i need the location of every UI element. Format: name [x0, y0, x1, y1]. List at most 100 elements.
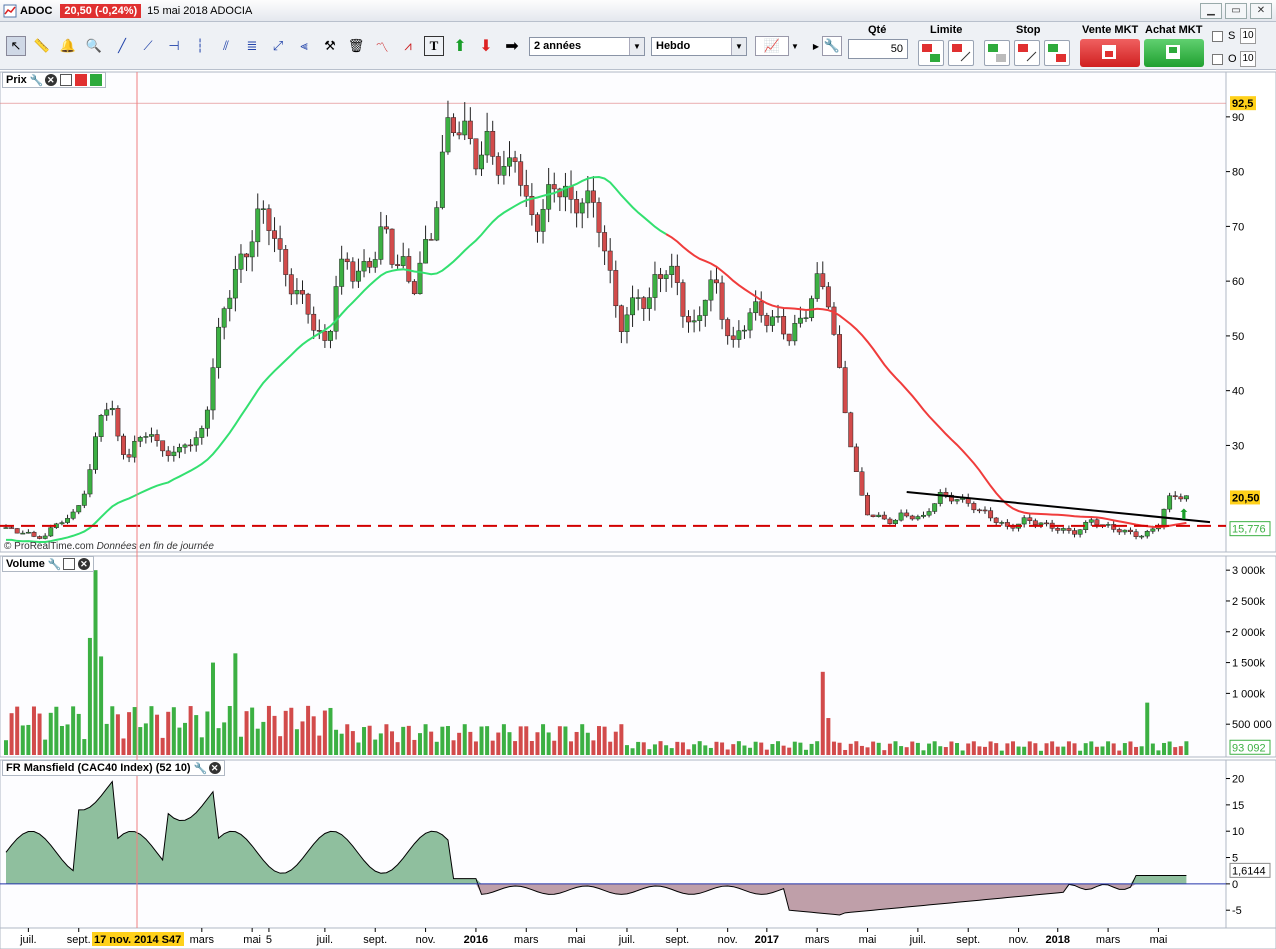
candle[interactable]: [490, 130, 496, 157]
volume-bar[interactable]: [177, 727, 182, 755]
candle[interactable]: [1128, 529, 1133, 532]
candle[interactable]: [423, 239, 429, 264]
candle[interactable]: [98, 415, 104, 437]
volume-bar[interactable]: [76, 713, 81, 755]
candle[interactable]: [680, 282, 686, 317]
candle[interactable]: [339, 258, 345, 287]
close-button[interactable]: ✕: [1250, 3, 1272, 19]
volume-bar[interactable]: [1117, 750, 1122, 755]
candle[interactable]: [160, 440, 166, 452]
volume-bar[interactable]: [736, 741, 741, 755]
candle[interactable]: [1088, 519, 1094, 523]
volume-bar[interactable]: [697, 741, 702, 755]
candle[interactable]: [266, 208, 272, 231]
candle[interactable]: [618, 305, 624, 332]
candle[interactable]: [993, 517, 999, 523]
candle[interactable]: [93, 436, 98, 470]
candle[interactable]: [881, 514, 887, 520]
volume-bar[interactable]: [893, 741, 898, 755]
volume-bar[interactable]: [915, 742, 920, 755]
volume-bar[interactable]: [244, 711, 249, 755]
volume-bar[interactable]: [110, 706, 115, 755]
volume-bar[interactable]: [272, 715, 277, 755]
trend-line-icon[interactable]: ⟋: [138, 36, 158, 56]
candle[interactable]: [238, 253, 244, 270]
qty-input[interactable]: 50: [848, 39, 908, 59]
volume-bar[interactable]: [395, 742, 400, 755]
volume-bar[interactable]: [401, 726, 406, 755]
volume-bar[interactable]: [138, 727, 143, 755]
candle[interactable]: [48, 527, 54, 537]
window-icon[interactable]: [59, 74, 72, 86]
sell-arrow-icon[interactable]: ⬇: [476, 36, 496, 56]
zigzag-icon[interactable]: 〽: [372, 36, 392, 56]
volume-bar[interactable]: [188, 706, 193, 755]
volume-bar[interactable]: [994, 743, 999, 755]
sell-mkt-button[interactable]: [1080, 39, 1140, 67]
candle[interactable]: [65, 518, 70, 523]
volume-bar[interactable]: [479, 726, 484, 755]
volume-bar[interactable]: [362, 727, 367, 755]
candle[interactable]: [898, 512, 904, 521]
indicators-dropdown-icon[interactable]: ▼: [789, 36, 801, 56]
volume-bar[interactable]: [328, 707, 333, 755]
volume-bar[interactable]: [904, 747, 909, 755]
volume-bar[interactable]: [613, 731, 618, 755]
candle[interactable]: [372, 259, 378, 268]
candle[interactable]: [411, 281, 417, 295]
volume-bar[interactable]: [149, 706, 154, 755]
volume-bar[interactable]: [882, 750, 887, 755]
candle[interactable]: [316, 330, 322, 332]
candle[interactable]: [462, 120, 468, 136]
volume-bar[interactable]: [501, 724, 506, 755]
volume-bar[interactable]: [445, 726, 450, 755]
volume-bar[interactable]: [1066, 741, 1071, 755]
volume-bar[interactable]: [563, 726, 568, 755]
volume-bar[interactable]: [932, 741, 937, 755]
volume-bar[interactable]: [143, 723, 148, 755]
volume-bar[interactable]: [792, 741, 797, 755]
candle[interactable]: [1178, 496, 1184, 500]
volume-bar[interactable]: [1139, 746, 1144, 755]
candle[interactable]: [921, 514, 926, 517]
volume-bar[interactable]: [1178, 746, 1183, 755]
volume-bar[interactable]: [367, 725, 372, 755]
candle[interactable]: [646, 297, 652, 309]
volume-bar[interactable]: [983, 746, 988, 755]
maximize-button[interactable]: ▭: [1225, 3, 1247, 19]
candle[interactable]: [887, 518, 893, 524]
volume-bar[interactable]: [837, 742, 842, 755]
candle[interactable]: [1021, 517, 1027, 525]
volume-bar[interactable]: [171, 707, 176, 755]
volume-bar[interactable]: [434, 741, 439, 755]
volume-bar[interactable]: [451, 740, 456, 755]
candle[interactable]: [126, 454, 132, 458]
candle[interactable]: [204, 409, 210, 429]
candle[interactable]: [518, 161, 524, 186]
volume-bar[interactable]: [93, 570, 98, 755]
vertical-line-icon[interactable]: ┆: [190, 36, 210, 56]
candle[interactable]: [300, 290, 305, 295]
candle[interactable]: [417, 262, 423, 295]
volume-bar[interactable]: [87, 637, 92, 755]
volume-bar[interactable]: [1167, 741, 1172, 755]
candle[interactable]: [775, 316, 781, 318]
volume-bar[interactable]: [535, 732, 540, 755]
candle[interactable]: [283, 249, 289, 275]
volume-bar[interactable]: [748, 747, 753, 755]
volume-bar[interactable]: [541, 724, 546, 755]
volume-bar[interactable]: [406, 725, 411, 755]
volume-bar[interactable]: [960, 750, 965, 755]
buy-mkt-button[interactable]: [1144, 39, 1204, 67]
candle[interactable]: [14, 528, 20, 534]
volume-bar[interactable]: [1122, 743, 1127, 755]
volume-bar[interactable]: [1027, 741, 1032, 755]
volume-bar[interactable]: [798, 742, 803, 755]
candle[interactable]: [574, 199, 580, 214]
candle[interactable]: [143, 436, 149, 438]
candle[interactable]: [244, 253, 250, 258]
volume-bar[interactable]: [1150, 743, 1155, 755]
candle[interactable]: [132, 441, 138, 458]
candle[interactable]: [328, 330, 333, 341]
candle[interactable]: [630, 297, 636, 316]
